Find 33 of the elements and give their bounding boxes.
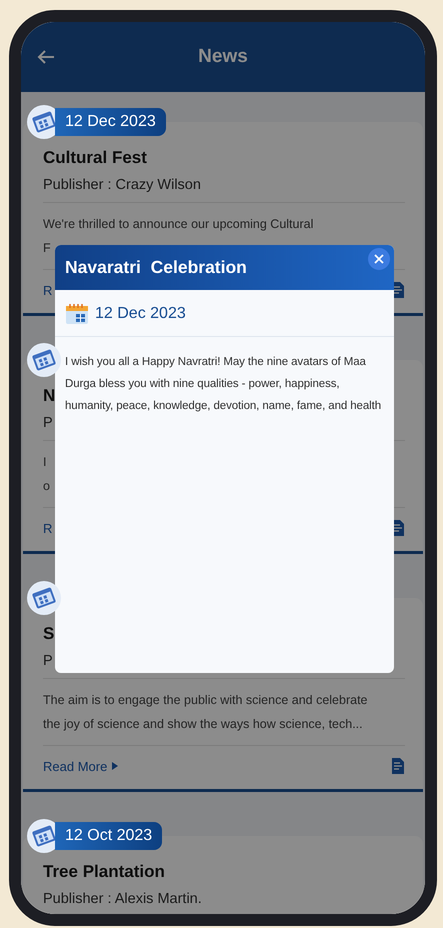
newspaper-icon: [31, 348, 57, 372]
dialog-title: Navaratri Celebration: [65, 257, 247, 278]
read-more-link[interactable]: Read More: [43, 758, 120, 774]
close-button[interactable]: [368, 248, 390, 270]
date-badge: 12 Oct 2023: [55, 822, 162, 850]
publisher-text: P: [43, 415, 53, 431]
read-more-link[interactable]: R: [43, 520, 52, 536]
publisher-text: P: [43, 653, 53, 669]
play-triangle-icon: [111, 761, 120, 771]
publisher-text: Publisher : Crazy Wilson: [43, 177, 201, 193]
news-title: S: [43, 624, 54, 644]
news-excerpt: We're thrilled to announce our upcoming Cultural: [43, 216, 314, 233]
news-excerpt: o: [43, 478, 50, 495]
close-icon: [374, 254, 384, 264]
news-excerpt: F: [43, 240, 51, 257]
screen-title: News: [198, 46, 248, 68]
back-button[interactable]: [37, 50, 55, 64]
newspaper-icon: [31, 824, 57, 848]
back-arrow-icon: [37, 50, 55, 64]
news-excerpt: The aim is to engage the public with science and celebrate: [43, 692, 368, 709]
dialog-message: I wish you all a Happy Navratri! May the nine avatars of Maa Durga bless you with nine qualities - power, happiness, humanity, peace, knowledge, devotion, name, fame, and health: [64, 355, 382, 414]
read-more-link[interactable]: R: [43, 282, 52, 298]
news-title: Cultural Fest: [43, 148, 147, 168]
newspaper-icon: [31, 110, 57, 134]
date-badge: 12 Dec 2023: [55, 108, 166, 136]
newspaper-icon: [31, 586, 57, 610]
news-title: Tree Plantation: [43, 862, 165, 882]
news-excerpt: I: [43, 454, 46, 471]
news-title: N: [43, 386, 56, 406]
publisher-text: Publisher : Alexis Martin.: [43, 891, 202, 907]
news-excerpt: the joy of science and show the ways how science, tech...: [43, 716, 363, 733]
document-icon: [391, 757, 405, 775]
calendar-icon: [65, 303, 89, 325]
